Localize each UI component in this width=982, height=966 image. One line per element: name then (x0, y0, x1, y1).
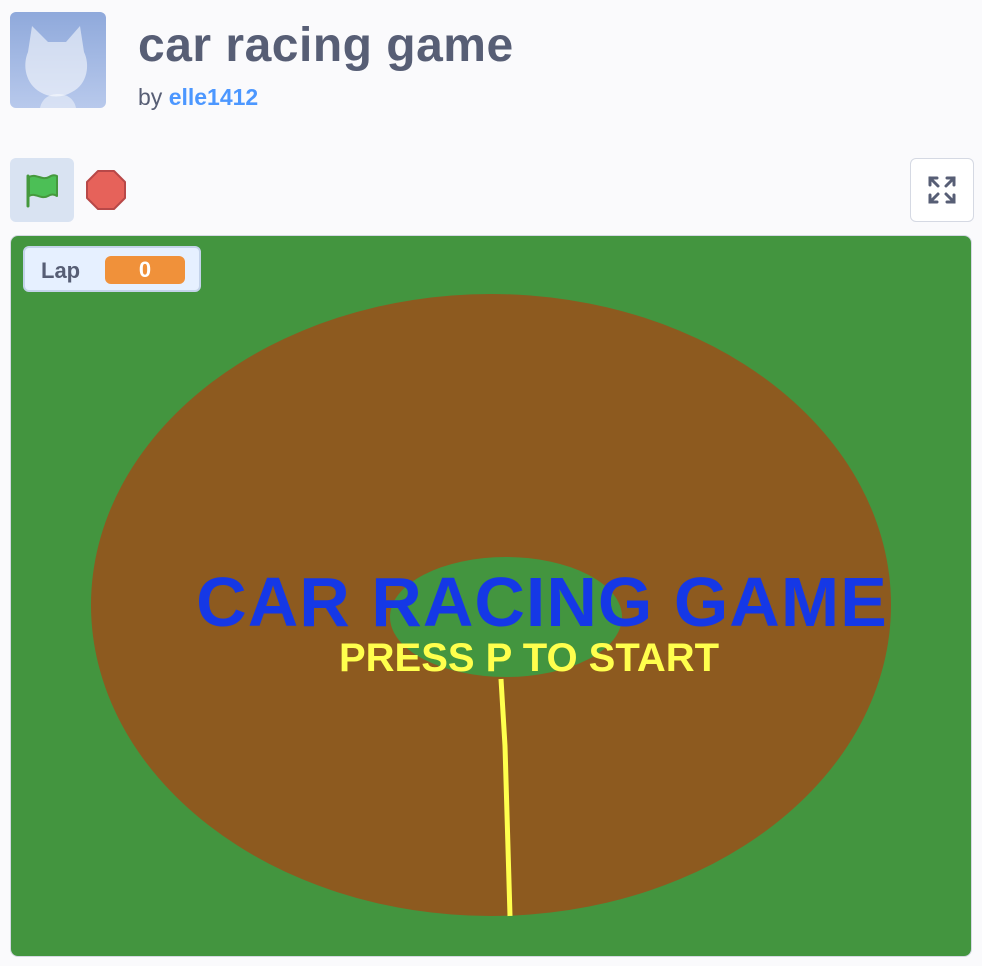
project-byline: by elle1412 (138, 84, 258, 111)
green-flag-icon (26, 174, 58, 208)
lap-monitor-value: 0 (105, 256, 185, 284)
byline-prefix: by (138, 84, 163, 110)
lap-monitor-label: Lap (41, 258, 81, 283)
project-title: car racing game (138, 19, 514, 72)
author-link[interactable]: elle1412 (169, 84, 259, 110)
scratch-cat-icon (25, 26, 88, 108)
stop-button[interactable] (84, 168, 128, 212)
lap-monitor[interactable]: Lap 0 (23, 246, 201, 292)
game-title-text: CAR RACING GAME (196, 563, 888, 641)
project-header: car racing game by elle1412 (10, 12, 970, 111)
game-stage[interactable]: Lap 0 CAR RACING GAME PRESS P TO START (10, 235, 972, 957)
fullscreen-button[interactable] (910, 158, 974, 222)
fullscreen-icon (928, 176, 956, 204)
start-prompt-text: PRESS P TO START (338, 636, 720, 680)
green-flag-button[interactable] (10, 158, 74, 222)
stop-icon (86, 170, 126, 210)
project-thumbnail[interactable] (10, 12, 106, 108)
stage-controls (10, 158, 974, 222)
